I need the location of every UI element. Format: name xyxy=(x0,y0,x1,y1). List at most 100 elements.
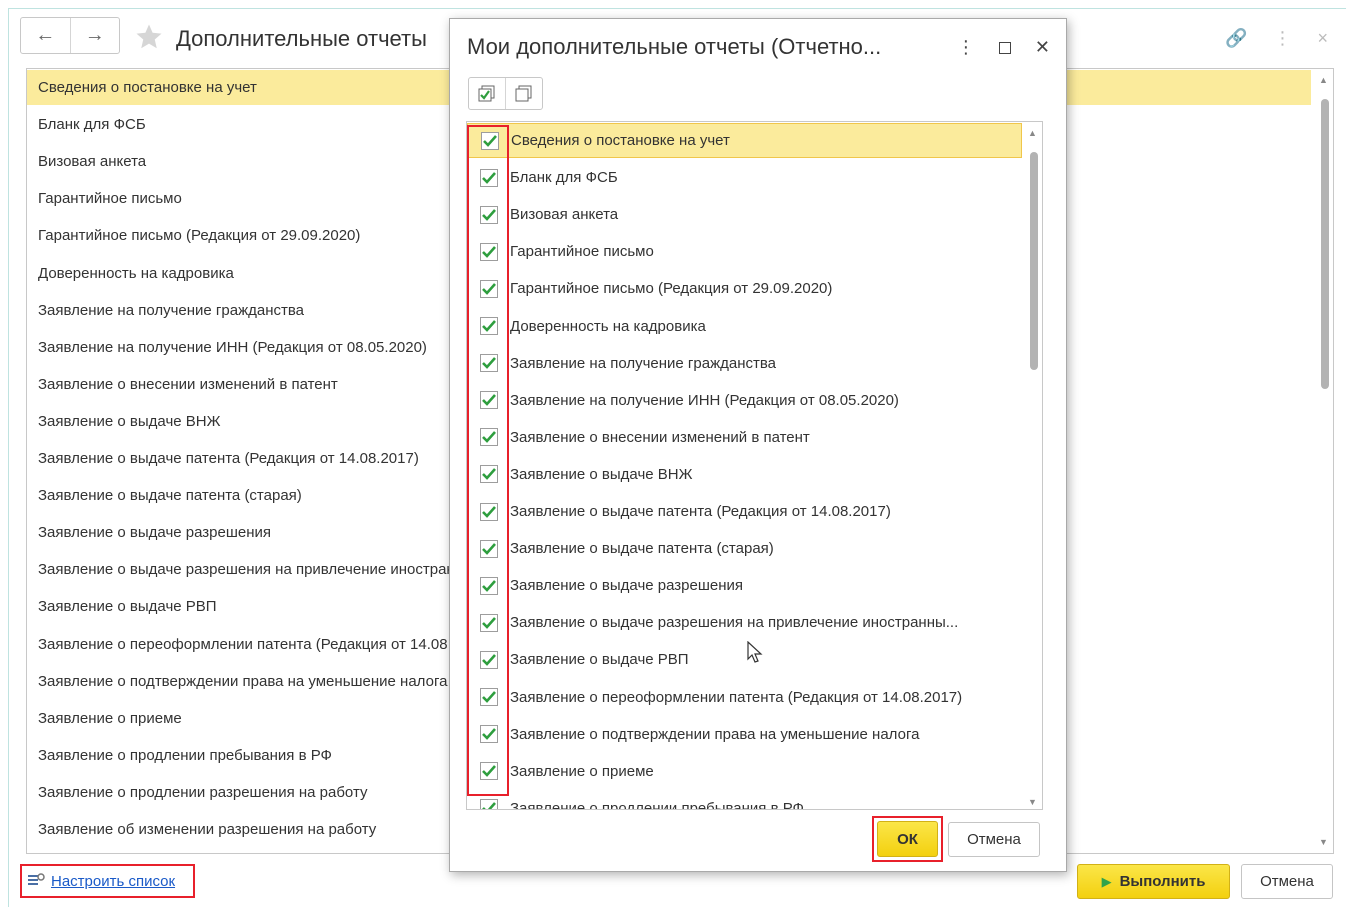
list-item-label: Заявление о выдаче ВНЖ xyxy=(510,465,693,483)
list-item[interactable]: Бланк для ФСБ xyxy=(467,160,1022,195)
scroll-thumb[interactable] xyxy=(1321,99,1329,389)
list-item-label: Заявление о выдаче патента (старая) xyxy=(510,540,774,558)
maximize-icon[interactable] xyxy=(998,41,1011,54)
settings-list-icon xyxy=(28,873,45,885)
checkbox[interactable] xyxy=(480,613,498,632)
checkbox[interactable] xyxy=(480,576,498,595)
forward-arrow-icon[interactable]: → xyxy=(69,18,120,53)
list-item-label: Заявление о приеме xyxy=(510,762,654,780)
scroll-up-icon[interactable]: ▲ xyxy=(1319,75,1328,85)
list-item-label: Заявление о продлении пребывания в РФ xyxy=(510,799,804,810)
list-item[interactable]: Заявление о переоформлении патента (Реда… xyxy=(467,680,1022,715)
list-item[interactable]: Заявление о выдаче патента (старая) xyxy=(467,531,1022,566)
checkmark-icon xyxy=(481,355,497,371)
check-all-icon[interactable] xyxy=(469,78,505,109)
dialog-title: Мои дополнительные отчеты (Отчетно... xyxy=(467,34,882,59)
checkmark-icon xyxy=(481,466,497,482)
mouse-cursor-icon xyxy=(747,641,763,663)
checkbox[interactable] xyxy=(480,242,498,261)
list-item[interactable]: Заявление о приеме xyxy=(467,754,1022,789)
list-item-label: Заявление о переоформлении патента (Реда… xyxy=(510,688,963,706)
checkmark-icon xyxy=(481,281,497,297)
list-item-label: Гарантийное письмо xyxy=(510,243,654,261)
checkmark-icon xyxy=(481,429,497,445)
checkmark-icon xyxy=(481,504,497,520)
list-item[interactable]: Доверенность на кадровика xyxy=(467,309,1022,344)
dialog-report-list: Сведения о постановке на учет Бланк для Ф… xyxy=(466,121,1043,810)
more-icon[interactable]: ⋮ xyxy=(1273,28,1291,49)
checkmark-icon xyxy=(482,133,498,149)
run-button[interactable]: ▶ Выполнить xyxy=(1077,864,1230,899)
list-item-label: Доверенность на кадровика xyxy=(510,317,706,335)
checkbox[interactable] xyxy=(480,762,498,781)
list-item-label: Заявление о внесении изменений в патент xyxy=(510,428,810,446)
checkmark-icon xyxy=(481,541,497,557)
list-item-label: Заявление на получение гражданства xyxy=(510,354,777,372)
list-item-label: Заявление о подтверждении права на умень… xyxy=(510,725,920,743)
close-icon[interactable]: ✕ xyxy=(1035,37,1050,58)
checkbox[interactable] xyxy=(480,428,498,447)
list-item[interactable]: Заявление о подтверждении права на умень… xyxy=(467,717,1022,752)
list-item[interactable]: Заявление о выдаче ВНЖ xyxy=(467,457,1022,492)
checkbox[interactable] xyxy=(480,391,498,410)
scroll-up-icon[interactable]: ▲ xyxy=(1028,128,1037,138)
close-icon[interactable]: × xyxy=(1317,28,1328,49)
list-item-label: Заявление о выдаче разрешения на привлеч… xyxy=(510,614,959,632)
checkbox[interactable] xyxy=(480,465,498,484)
cancel-button[interactable]: Отмена xyxy=(1241,864,1333,899)
checkmark-icon xyxy=(481,652,497,668)
configure-list-label[interactable]: Настроить список xyxy=(51,873,175,890)
checkbox[interactable] xyxy=(480,725,498,744)
checkbox[interactable] xyxy=(480,688,498,706)
checkbox[interactable] xyxy=(480,799,498,809)
checkmark-icon xyxy=(481,170,497,186)
checkbox[interactable] xyxy=(481,131,499,150)
list-item-label: Заявление о выдаче разрешения xyxy=(510,577,744,595)
checkmark-icon xyxy=(481,800,497,809)
checkbox[interactable] xyxy=(480,354,498,373)
uncheck-all-icon[interactable] xyxy=(505,78,542,109)
dialog-toolbar xyxy=(468,77,543,110)
my-reports-dialog: Мои дополнительные отчеты (Отчетно... ⋮ … xyxy=(449,18,1067,872)
list-item[interactable]: Заявление о продлении пребывания в РФ xyxy=(467,791,1022,810)
checkmark-icon xyxy=(481,318,497,334)
checkbox[interactable] xyxy=(480,650,498,669)
scroll-thumb[interactable] xyxy=(1030,152,1038,370)
scroll-down-icon[interactable]: ▼ xyxy=(1319,837,1328,847)
list-item[interactable]: Заявление о выдаче разрешения на привлеч… xyxy=(467,605,1022,640)
more-icon[interactable]: ⋮ xyxy=(957,37,975,58)
checkbox[interactable] xyxy=(480,168,498,187)
list-item[interactable]: Гарантийное письмо xyxy=(467,234,1022,269)
checkbox[interactable] xyxy=(480,502,498,521)
list-item-label: Заявление на получение ИНН (Редакция от … xyxy=(510,391,899,409)
dialog-list-scrollbar[interactable]: ▲ ▼ xyxy=(1026,122,1040,809)
list-item[interactable]: Заявление о выдаче патента (Редакция от … xyxy=(467,494,1022,529)
list-item[interactable]: Заявление на получение гражданства xyxy=(467,346,1022,381)
list-item[interactable]: Гарантийное письмо (Редакция от 29.09.20… xyxy=(467,271,1022,306)
list-item[interactable]: Заявление о выдаче разрешения xyxy=(467,568,1022,603)
checkbox[interactable] xyxy=(480,279,498,298)
play-icon: ▶ xyxy=(1101,873,1112,889)
checkbox[interactable] xyxy=(480,539,498,558)
list-item[interactable]: Заявление о внесении изменений в патент xyxy=(467,420,1022,455)
scroll-down-icon[interactable]: ▼ xyxy=(1028,797,1037,807)
list-item[interactable]: Заявление о выдаче РВП xyxy=(467,642,1022,677)
checkmark-icon xyxy=(481,615,497,631)
list-item[interactable]: Заявление на получение ИНН (Редакция от … xyxy=(467,383,1022,418)
dialog-cancel-button[interactable]: Отмена xyxy=(948,822,1040,857)
list-item-label: Гарантийное письмо (Редакция от 29.09.20… xyxy=(510,280,833,298)
list-item[interactable]: Сведения о постановке на учет xyxy=(467,123,1022,158)
favorite-star-icon[interactable] xyxy=(134,22,164,52)
checkbox[interactable] xyxy=(480,317,498,335)
navigation-buttons: ← → xyxy=(20,17,120,54)
checkmark-icon xyxy=(481,244,497,260)
link-icon[interactable]: 🔗 xyxy=(1225,28,1247,49)
checkmark-icon xyxy=(481,207,497,223)
list-scrollbar[interactable]: ▲ ▼ xyxy=(1317,69,1331,853)
back-arrow-icon[interactable]: ← xyxy=(21,18,70,53)
configure-list-link[interactable]: Настроить список xyxy=(20,864,195,898)
list-item[interactable]: Визовая анкета xyxy=(467,197,1022,232)
ok-button[interactable]: ОК xyxy=(872,816,943,862)
checkbox[interactable] xyxy=(480,205,498,224)
checkmark-icon xyxy=(481,726,497,742)
